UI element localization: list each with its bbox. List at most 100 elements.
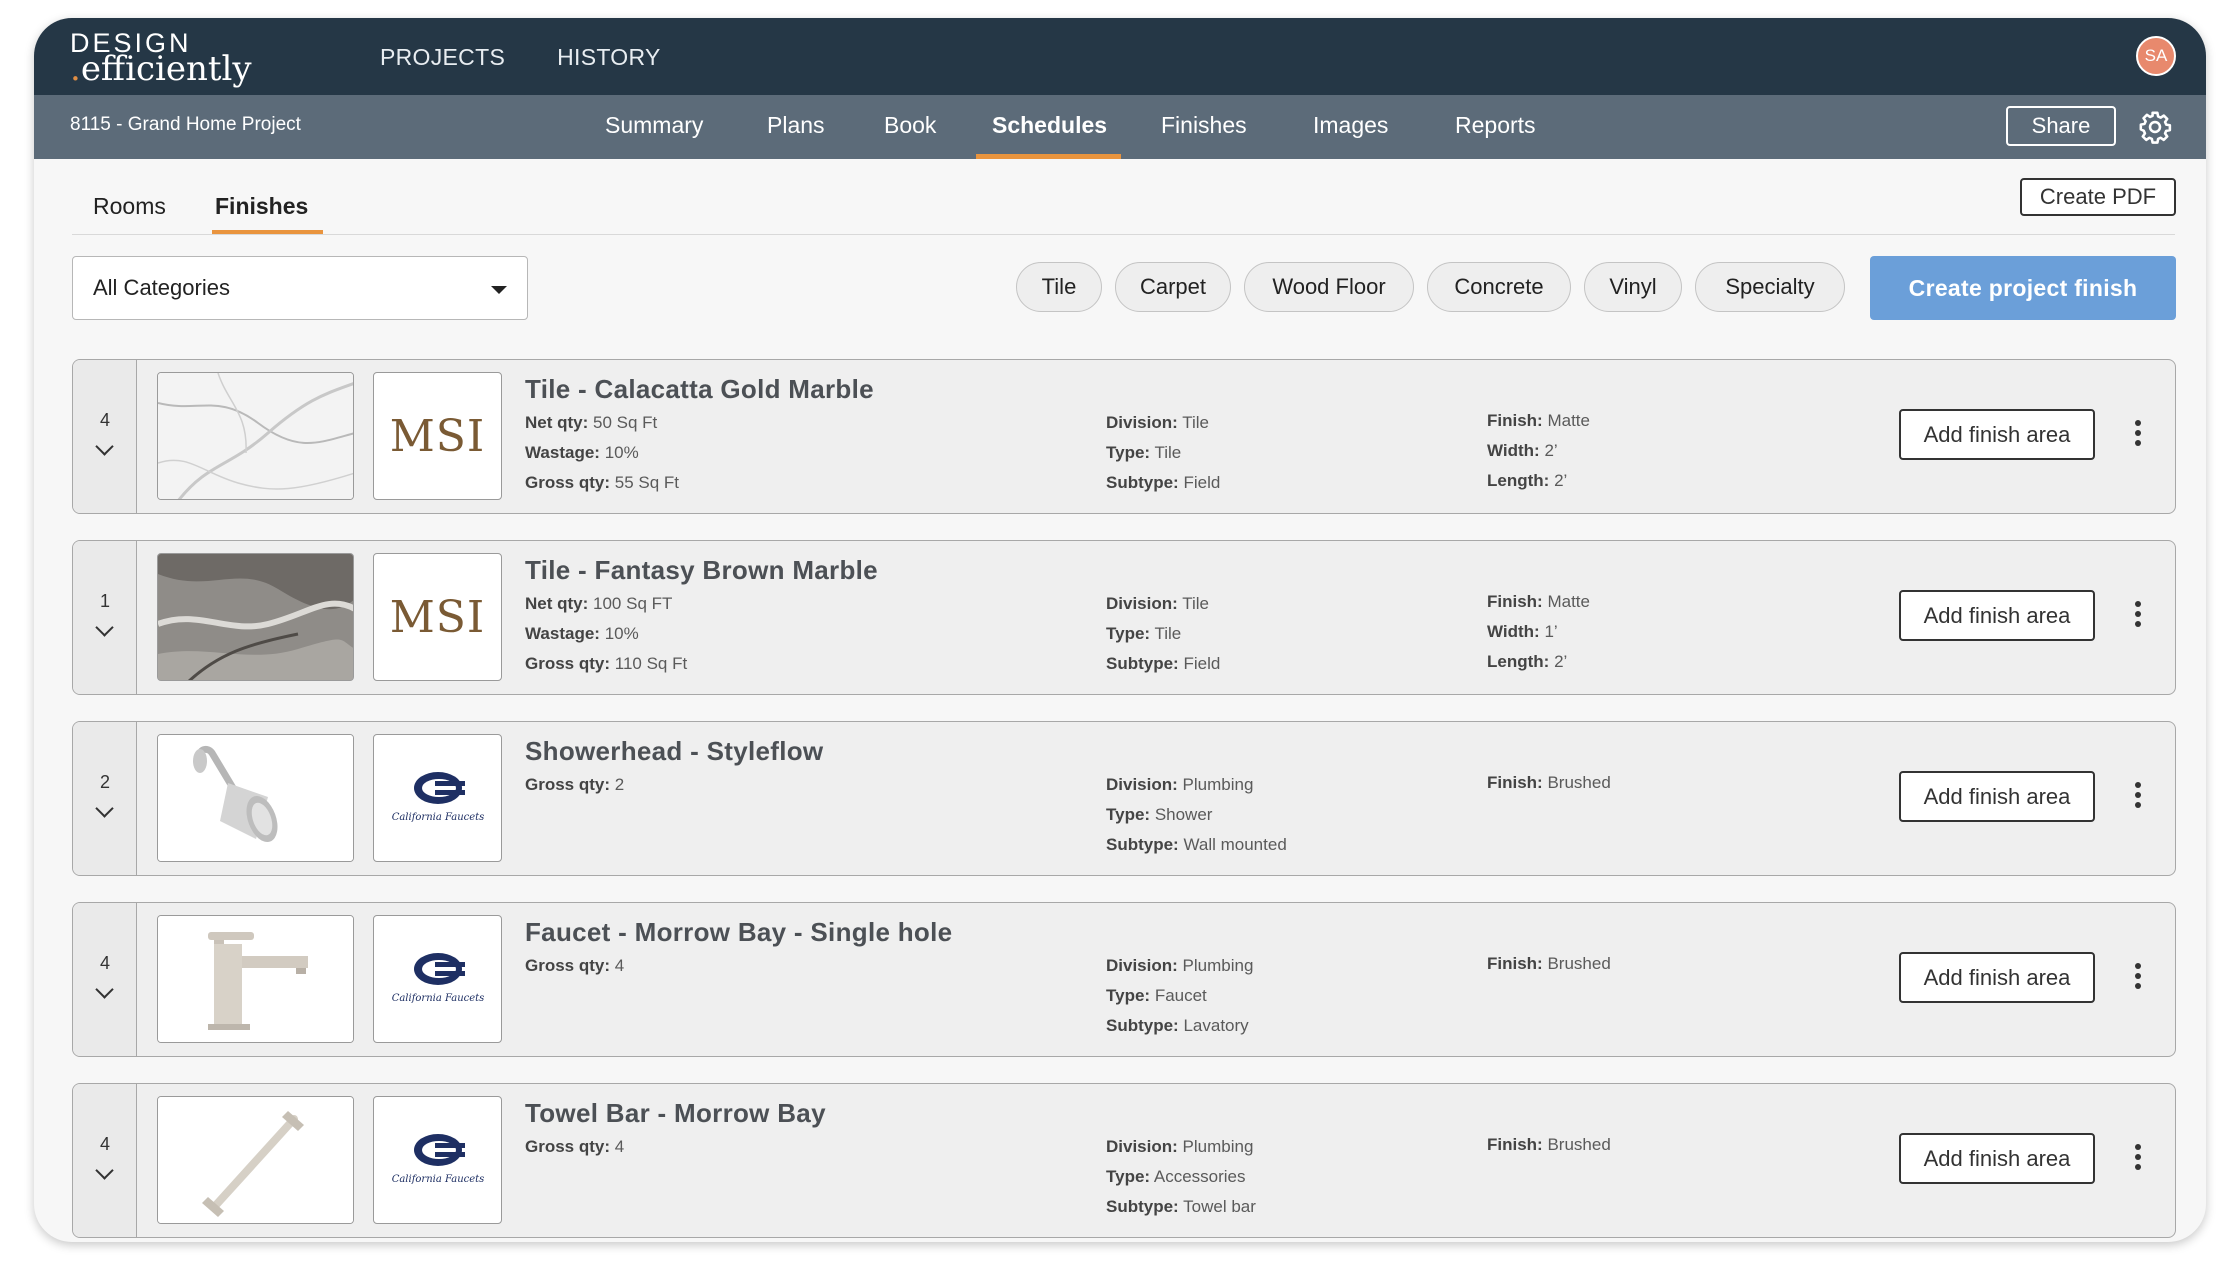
subtab-finishes[interactable]: Finishes — [215, 193, 308, 220]
type: Shower — [1154, 805, 1213, 824]
add-finish-area-button[interactable]: Add finish area — [1899, 590, 2095, 641]
finish-card: 4 California Faucets Towel Bar - Morrow … — [72, 1083, 2176, 1238]
finish: Brushed — [1547, 1135, 1611, 1154]
finish-image[interactable] — [157, 734, 354, 862]
subtab-rooms[interactable]: Rooms — [93, 193, 166, 220]
app-logo[interactable]: DESIGN .efficiently — [70, 30, 252, 90]
chip-tile[interactable]: Tile — [1016, 262, 1102, 312]
active-subtab-indicator — [212, 230, 323, 234]
add-finish-area-button[interactable]: Add finish area — [1899, 952, 2095, 1003]
caret-down-icon — [491, 286, 507, 294]
finish-name[interactable]: Tile - Fantasy Brown Marble — [525, 555, 878, 586]
chevron-down-icon[interactable] — [95, 618, 114, 637]
gross-qty: 4 — [614, 1137, 625, 1156]
main-nav: PROJECTS HISTORY — [380, 44, 661, 71]
finish-image[interactable] — [157, 372, 354, 500]
chevron-down-icon[interactable] — [95, 437, 114, 456]
add-finish-area-button[interactable]: Add finish area — [1899, 771, 2095, 822]
brand-logo: California Faucets — [373, 1096, 502, 1224]
finish-name[interactable]: Tile - Calacatta Gold Marble — [525, 374, 874, 405]
finish-image[interactable] — [157, 915, 354, 1043]
division-column: Division: Tile Type: Tile Subtype: Field — [1106, 413, 1221, 492]
more-options-icon[interactable] — [2128, 782, 2148, 814]
finish-column: Finish: Brushed — [1487, 1135, 1611, 1154]
finish-column: Finish: Brushed — [1487, 773, 1611, 792]
create-pdf-button[interactable]: Create PDF — [2020, 178, 2176, 216]
brand-logo: MSI — [373, 553, 502, 681]
division-column: Division: Plumbing Type: Shower Subtype:… — [1106, 775, 1287, 854]
chip-vinyl[interactable]: Vinyl — [1584, 262, 1682, 312]
division-column: Division: Plumbing Type: Accessories Sub… — [1106, 1137, 1256, 1216]
more-options-icon[interactable] — [2128, 1144, 2148, 1176]
brand-name: California Faucets — [391, 993, 484, 1004]
wastage: 10% — [604, 443, 639, 462]
chip-concrete[interactable]: Concrete — [1427, 262, 1571, 312]
division: Plumbing — [1182, 775, 1254, 794]
chevron-down-icon[interactable] — [95, 799, 114, 818]
brand-logo: California Faucets — [373, 915, 502, 1043]
chip-carpet[interactable]: Carpet — [1115, 262, 1231, 312]
finish-image[interactable] — [157, 553, 354, 681]
gross-qty: 55 Sq Ft — [614, 473, 680, 492]
brand-logo: MSI — [373, 372, 502, 500]
finish: Brushed — [1547, 954, 1611, 973]
net-qty: 50 Sq Ft — [593, 413, 658, 432]
add-finish-area-button[interactable]: Add finish area — [1899, 1133, 2095, 1184]
chip-specialty[interactable]: Specialty — [1695, 262, 1845, 312]
showerhead-icon — [158, 735, 353, 861]
length: 2’ — [1554, 652, 1568, 671]
finish-image[interactable] — [157, 1096, 354, 1224]
subtype: Wall mounted — [1183, 835, 1287, 854]
net-qty: 100 Sq FT — [593, 594, 673, 613]
tab-book[interactable]: Book — [884, 112, 936, 139]
chevron-down-icon[interactable] — [95, 980, 114, 999]
category-select[interactable]: All Categories — [72, 256, 528, 320]
finish-count: 2 — [99, 772, 110, 792]
finish-name[interactable]: Showerhead - Styleflow — [525, 736, 823, 767]
qty-column: Gross qty: 2 — [525, 775, 625, 794]
add-finish-area-button[interactable]: Add finish area — [1899, 409, 2095, 460]
brand-name: California Faucets — [391, 1174, 484, 1185]
more-options-icon[interactable] — [2128, 963, 2148, 995]
finish-column: Finish: Matte Width: 2’ Length: 2’ — [1487, 411, 1590, 490]
gross-qty: 2 — [614, 775, 625, 794]
finish-name[interactable]: Towel Bar - Morrow Bay — [525, 1098, 826, 1129]
finish: Matte — [1547, 592, 1590, 611]
chevron-down-icon[interactable] — [95, 1161, 114, 1180]
qty-column: Net qty: 100 Sq FT Wastage: 10% Gross qt… — [525, 594, 688, 673]
brand-logo: California Faucets — [373, 734, 502, 862]
gross-qty: 110 Sq Ft — [614, 654, 688, 673]
chip-wood-floor[interactable]: Wood Floor — [1244, 262, 1414, 312]
tab-finishes[interactable]: Finishes — [1161, 112, 1247, 139]
division: Plumbing — [1182, 956, 1254, 975]
type: Accessories — [1153, 1167, 1246, 1186]
division-column: Division: Plumbing Type: Faucet Subtype:… — [1106, 956, 1254, 1035]
avatar[interactable]: SA — [2136, 36, 2176, 76]
nav-history[interactable]: HISTORY — [557, 44, 661, 71]
gross-qty: 4 — [614, 956, 625, 975]
tab-reports[interactable]: Reports — [1455, 112, 1536, 139]
finish-name[interactable]: Faucet - Morrow Bay - Single hole — [525, 917, 952, 948]
tab-summary[interactable]: Summary — [605, 112, 703, 139]
count-column: 1 — [73, 541, 137, 694]
gear-icon[interactable] — [2138, 110, 2172, 144]
share-button[interactable]: Share — [2006, 106, 2116, 146]
more-options-icon[interactable] — [2128, 420, 2148, 452]
create-project-finish-button[interactable]: Create project finish — [1870, 256, 2176, 320]
tab-images[interactable]: Images — [1313, 112, 1388, 139]
category-select-value: All Categories — [93, 275, 230, 300]
top-bar: DESIGN .efficiently PROJECTS HISTORY SA — [34, 18, 2206, 95]
brand-name: MSI — [389, 591, 486, 643]
faucet-icon — [158, 916, 353, 1042]
finish-card: 2 California Faucets Showerhead - Stylef… — [72, 721, 2176, 876]
tab-plans[interactable]: Plans — [767, 112, 825, 139]
nav-projects[interactable]: PROJECTS — [380, 44, 505, 71]
tab-schedules[interactable]: Schedules — [992, 112, 1107, 139]
finish-column: Finish: Matte Width: 1’ Length: 2’ — [1487, 592, 1590, 671]
count-column: 4 — [73, 360, 137, 513]
finish: Matte — [1547, 411, 1590, 430]
logo-bottom-text: efficiently — [80, 49, 252, 89]
division: Plumbing — [1182, 1137, 1254, 1156]
more-options-icon[interactable] — [2128, 601, 2148, 633]
finish-card: 4 MSI Tile - Calacatta Gold Marble Net q… — [72, 359, 2176, 514]
